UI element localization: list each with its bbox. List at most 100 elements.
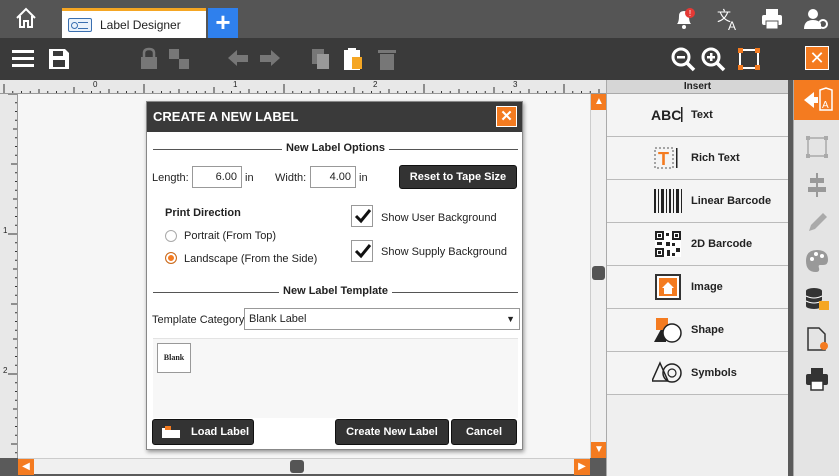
check-icon bbox=[354, 244, 372, 259]
selection-icon[interactable] bbox=[804, 134, 830, 160]
svg-text:A: A bbox=[822, 100, 829, 111]
insert-shape-label: Shape bbox=[691, 324, 725, 336]
dropdown-arrow-icon: ▼ bbox=[506, 314, 515, 324]
insert-symbols-label: Symbols bbox=[691, 367, 737, 379]
insert-rich-text-item[interactable]: T Rich Text bbox=[607, 137, 788, 180]
zoom-in-icon[interactable] bbox=[700, 46, 726, 72]
landscape-label: Landscape (From the Side) bbox=[184, 253, 318, 265]
scroll-up-button[interactable]: ▲ bbox=[591, 94, 607, 110]
image-icon bbox=[651, 273, 685, 301]
paste-icon[interactable] bbox=[340, 46, 366, 72]
save-icon[interactable] bbox=[46, 46, 72, 72]
blank-template-thumbnail[interactable]: Blank bbox=[157, 343, 191, 373]
copy-icon[interactable] bbox=[308, 46, 334, 72]
vertical-scroll-thumb[interactable] bbox=[592, 266, 605, 280]
insert-symbols-item[interactable]: Symbols bbox=[607, 352, 788, 395]
svg-text:T: T bbox=[658, 149, 669, 169]
printer-icon[interactable] bbox=[759, 6, 785, 32]
zoom-out-icon[interactable] bbox=[670, 46, 696, 72]
cancel-button[interactable]: Cancel bbox=[451, 419, 517, 445]
move-icon[interactable] bbox=[166, 46, 192, 72]
right-tool-column: A bbox=[793, 80, 839, 476]
translate-icon[interactable]: 文A bbox=[715, 6, 741, 32]
document-settings-icon[interactable] bbox=[804, 326, 830, 352]
show-supply-background-label: Show Supply Background bbox=[381, 246, 507, 258]
scroll-right-button[interactable]: ▶ bbox=[574, 459, 590, 475]
template-gallery: Blank bbox=[153, 338, 518, 418]
redo-icon[interactable] bbox=[256, 46, 282, 72]
add-tab-button[interactable]: + bbox=[208, 8, 238, 38]
top-ruler: 0 1 2 3 bbox=[0, 80, 606, 94]
dialog-close-button[interactable]: ✕ bbox=[496, 106, 517, 127]
palette-icon[interactable] bbox=[804, 248, 830, 274]
load-label-text: Load Label bbox=[191, 426, 250, 438]
create-label-dialog: CREATE A NEW LABEL ✕ New Label Options L… bbox=[146, 101, 523, 450]
length-input[interactable]: 6.00 bbox=[192, 166, 242, 188]
width-label: Width: bbox=[275, 172, 307, 184]
dialog-title: CREATE A NEW LABEL bbox=[153, 109, 299, 124]
show-supply-background-checkbox[interactable] bbox=[351, 240, 373, 262]
ruler-label-3: 3 bbox=[513, 80, 518, 89]
database-icon[interactable] bbox=[804, 286, 830, 312]
load-label-button[interactable]: Load Label bbox=[152, 419, 254, 445]
landscape-radio[interactable] bbox=[165, 252, 177, 264]
shape-icon bbox=[651, 316, 685, 344]
horizontal-scroll-thumb[interactable] bbox=[290, 460, 304, 473]
symbols-icon bbox=[651, 359, 685, 387]
ruler-label-left-2: 2 bbox=[3, 366, 8, 375]
tab-label-designer[interactable]: Label Designer bbox=[62, 8, 206, 38]
insert-shape-item[interactable]: Shape bbox=[607, 309, 788, 352]
show-user-background-checkbox[interactable] bbox=[351, 205, 373, 227]
lock-icon[interactable] bbox=[136, 46, 162, 72]
insert-text-item[interactable]: ABC Text bbox=[607, 94, 788, 137]
svg-text:!: ! bbox=[689, 9, 691, 18]
ruler-label-2: 2 bbox=[373, 80, 378, 89]
notification-bell-icon[interactable]: ! bbox=[671, 6, 697, 32]
home-icon[interactable] bbox=[14, 6, 38, 30]
vertical-scrollbar[interactable]: ▲ ▼ bbox=[590, 94, 607, 458]
reset-to-tape-size-button[interactable]: Reset to Tape Size bbox=[399, 165, 517, 189]
ruler-label-left-1: 1 bbox=[3, 226, 8, 235]
width-input[interactable]: 4.00 bbox=[310, 166, 356, 188]
create-new-label-button[interactable]: Create New Label bbox=[335, 419, 449, 445]
linear-barcode-icon bbox=[651, 187, 685, 215]
insert-text-label: Text bbox=[691, 109, 713, 121]
insert-tool-icon: A bbox=[804, 87, 833, 111]
template-category-select[interactable]: Blank Label ▼ bbox=[244, 308, 520, 330]
length-label: Length: bbox=[152, 172, 189, 184]
fit-to-screen-icon[interactable] bbox=[736, 46, 762, 72]
scroll-down-button[interactable]: ▼ bbox=[591, 442, 607, 458]
close-editor-button[interactable]: ✕ bbox=[805, 46, 829, 70]
left-ruler: 1 2 bbox=[0, 94, 18, 458]
delete-icon[interactable] bbox=[374, 46, 400, 72]
template-category-value: Blank Label bbox=[249, 313, 307, 325]
scroll-left-button[interactable]: ◀ bbox=[18, 459, 34, 475]
pencil-icon[interactable] bbox=[804, 210, 830, 236]
length-unit: in bbox=[245, 172, 254, 184]
insert-panel: Insert ABC Text T Rich Text Linear Barco… bbox=[606, 80, 788, 476]
insert-tool-selected[interactable]: A bbox=[794, 80, 839, 120]
rich-text-icon: T bbox=[651, 144, 685, 172]
toolbar bbox=[0, 38, 839, 80]
horizontal-scrollbar[interactable]: ◀ ▶ bbox=[18, 458, 590, 475]
insert-2d-barcode-item[interactable]: 2D Barcode bbox=[607, 223, 788, 266]
tab-title: Label Designer bbox=[100, 17, 181, 32]
label-icon bbox=[68, 17, 92, 32]
align-icon[interactable] bbox=[804, 172, 830, 198]
folder-icon bbox=[162, 426, 180, 439]
svg-text:ABC: ABC bbox=[651, 107, 681, 123]
width-unit: in bbox=[359, 172, 368, 184]
undo-icon[interactable] bbox=[226, 46, 252, 72]
insert-panel-header: Insert bbox=[607, 80, 788, 94]
insert-linear-barcode-label: Linear Barcode bbox=[691, 195, 772, 207]
show-user-background-label: Show User Background bbox=[381, 212, 497, 224]
menu-icon[interactable] bbox=[10, 46, 36, 72]
insert-linear-barcode-item[interactable]: Linear Barcode bbox=[607, 180, 788, 223]
new-label-options-header: New Label Options bbox=[153, 142, 518, 156]
template-category-label: Template Category bbox=[152, 314, 245, 326]
portrait-radio[interactable] bbox=[165, 230, 177, 242]
print-icon[interactable] bbox=[804, 366, 830, 392]
abc-text-icon: ABC bbox=[651, 101, 685, 129]
user-settings-icon[interactable] bbox=[803, 6, 829, 32]
insert-image-item[interactable]: Image bbox=[607, 266, 788, 309]
